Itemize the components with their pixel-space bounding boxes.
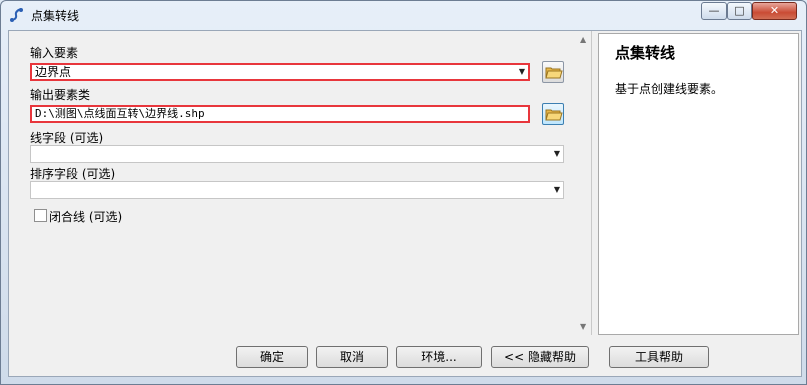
- output-features-value: D:\测图\点线面互转\边界线.shp: [35, 107, 205, 120]
- line-field-dropdown[interactable]: ▼: [30, 145, 564, 163]
- input-features-dropdown[interactable]: 边界点 ▼: [30, 63, 530, 81]
- tool-help-button[interactable]: 工具帮助: [609, 346, 709, 368]
- tool-dialog-window: 点集转线 — □ ✕ 输入要素 边界点 ▼ 输出要素类 D:\测图\点线面互转\…: [0, 0, 807, 385]
- folder-open-icon: [545, 67, 563, 79]
- ok-button[interactable]: 确定: [236, 346, 308, 368]
- help-title: 点集转线: [615, 44, 676, 62]
- maximize-button[interactable]: □: [727, 2, 752, 20]
- close-line-checkbox[interactable]: [34, 209, 47, 222]
- line-field-label: 线字段 (可选): [30, 131, 104, 145]
- scroll-up-icon[interactable]: ▲: [580, 35, 586, 44]
- input-features-value: 边界点: [35, 65, 72, 79]
- parameters-pane: 输入要素 边界点 ▼ 输出要素类 D:\测图\点线面互转\边界线.shp 线字段…: [9, 31, 592, 335]
- cancel-button[interactable]: 取消: [316, 346, 388, 368]
- dialog-client-area: 输入要素 边界点 ▼ 输出要素类 D:\测图\点线面互转\边界线.shp 线字段…: [8, 30, 802, 377]
- environments-button[interactable]: 环境...: [396, 346, 482, 368]
- tool-icon: [9, 7, 25, 23]
- scroll-down-icon[interactable]: ▼: [580, 322, 586, 331]
- output-features-label: 输出要素类: [30, 88, 91, 102]
- input-features-label: 输入要素: [30, 46, 79, 60]
- hide-help-button[interactable]: << 隐藏帮助: [491, 346, 589, 368]
- minimize-button[interactable]: —: [701, 2, 727, 20]
- output-features-input[interactable]: D:\测图\点线面互转\边界线.shp: [30, 105, 530, 123]
- chevron-down-icon: ▼: [518, 67, 525, 76]
- sort-field-label: 排序字段 (可选): [30, 167, 116, 181]
- close-button[interactable]: ✕: [752, 2, 797, 20]
- chevron-down-icon: ▼: [553, 149, 560, 158]
- browse-output-button[interactable]: [542, 103, 564, 125]
- title-bar[interactable]: 点集转线 — □ ✕: [1, 1, 806, 29]
- sort-field-dropdown[interactable]: ▼: [30, 181, 564, 199]
- browse-input-button[interactable]: [542, 61, 564, 83]
- chevron-down-icon: ▼: [553, 185, 560, 194]
- folder-open-icon: [545, 109, 563, 121]
- parameters-scrollbar[interactable]: ▲ ▼: [577, 33, 591, 333]
- close-line-label[interactable]: 闭合线 (可选): [49, 208, 122, 225]
- window-title: 点集转线: [31, 9, 80, 23]
- help-pane: 点集转线 基于点创建线要素。: [598, 33, 799, 335]
- help-text: 基于点创建线要素。: [615, 82, 724, 96]
